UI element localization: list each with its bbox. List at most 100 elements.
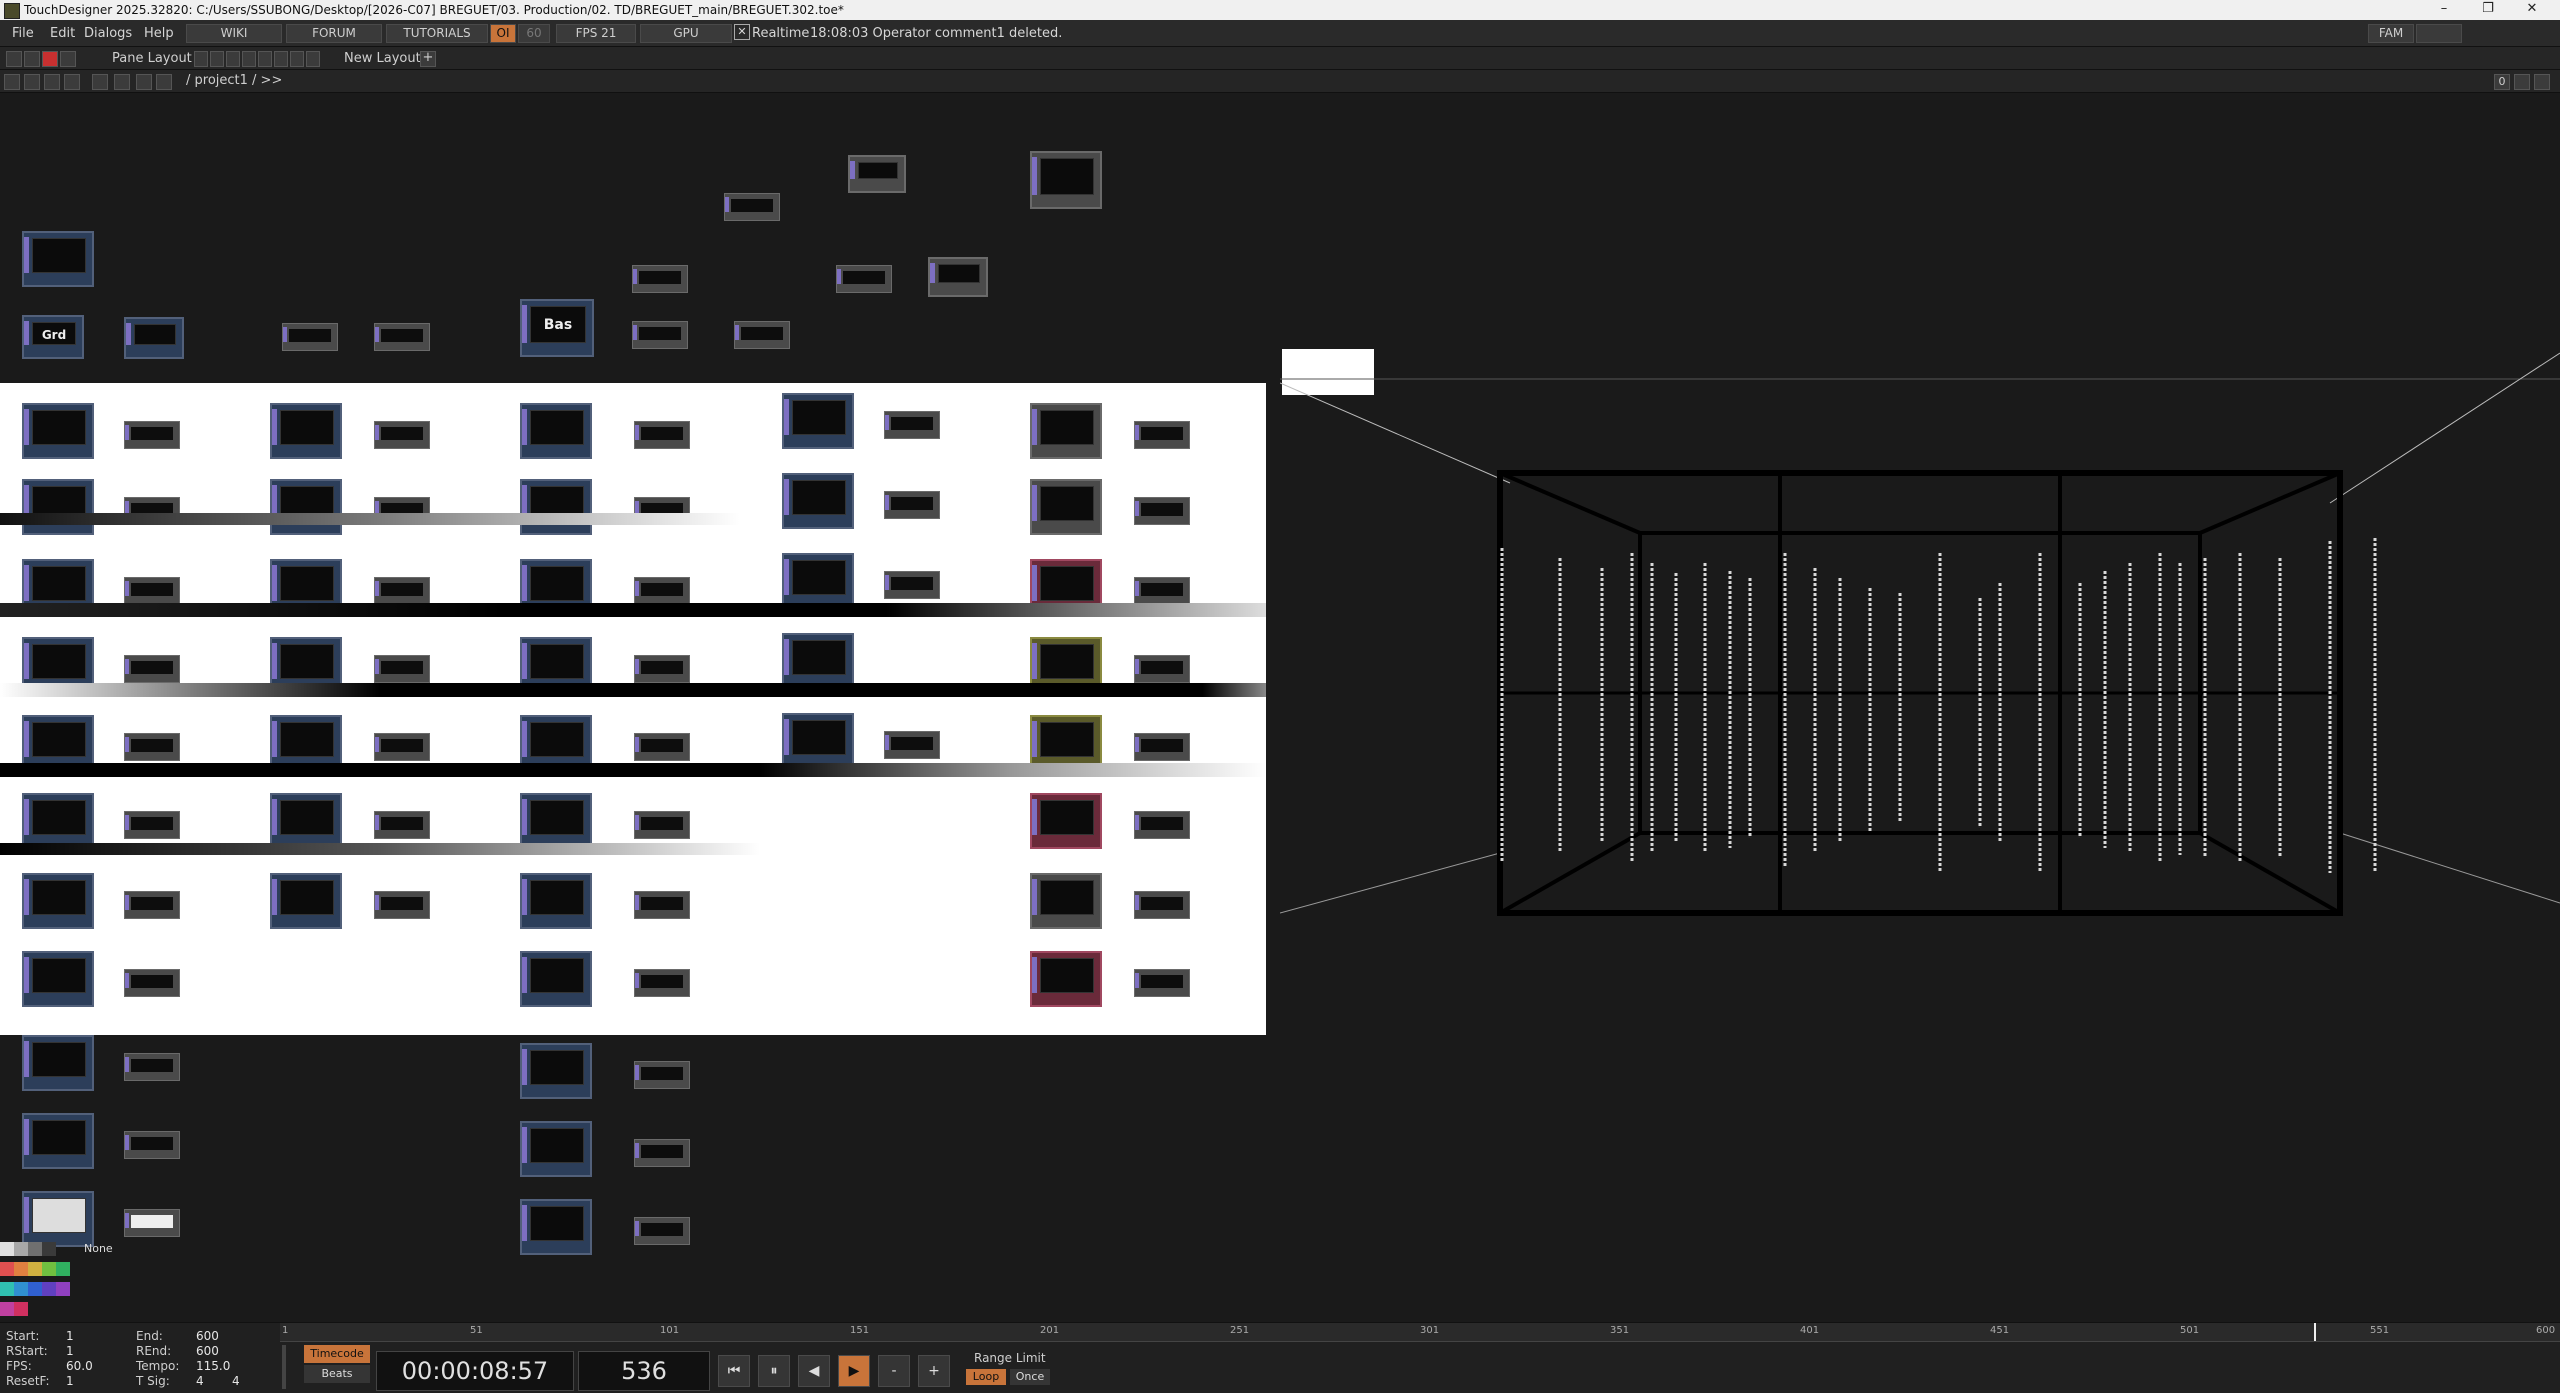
menu-edit[interactable]: Edit	[50, 26, 75, 41]
node-c4-r1[interactable]	[782, 393, 854, 449]
node-c1-r10[interactable]	[22, 1113, 94, 1169]
node-c2-r7-out[interactable]	[374, 891, 430, 919]
node-c3-r11[interactable]	[520, 1199, 592, 1255]
node-c1-r11-out[interactable]	[124, 1209, 180, 1237]
loop-button[interactable]: Loop	[966, 1369, 1006, 1385]
node-c3-r6-out[interactable]	[634, 811, 690, 839]
node-mini-5[interactable]	[632, 265, 688, 293]
node-c3-r8-out[interactable]	[634, 969, 690, 997]
node-c1-r7[interactable]	[22, 873, 94, 929]
node-c5-r5-out[interactable]	[1134, 733, 1190, 761]
node-c1-r9-out[interactable]	[124, 1053, 180, 1081]
node-c4-r3-out[interactable]	[884, 571, 940, 599]
swatch-7[interactable]	[42, 1262, 56, 1276]
timeline-ruler[interactable]: 1 51 101 151 201 251 301 351 401 451 501…	[280, 1323, 2560, 1342]
node-c5-r6-out[interactable]	[1134, 811, 1190, 839]
node-c3-r3-out[interactable]	[634, 577, 690, 605]
node-c3-r11-out[interactable]	[634, 1217, 690, 1245]
node-c2-r1[interactable]	[270, 403, 342, 459]
search-icon[interactable]	[136, 74, 152, 90]
node-c3-r9[interactable]	[520, 1043, 592, 1099]
pane-menu-icon[interactable]	[2534, 74, 2550, 90]
node-out-2[interactable]	[928, 257, 988, 297]
step-plus-button[interactable]: +	[918, 1355, 950, 1387]
node-mini-2[interactable]	[374, 323, 430, 351]
node-window[interactable]	[1030, 151, 1102, 209]
forward-icon[interactable]	[64, 74, 80, 90]
swatch-6[interactable]	[28, 1262, 42, 1276]
node-c3-r7[interactable]	[520, 873, 592, 929]
node-c1-r8[interactable]	[22, 951, 94, 1007]
link-icon[interactable]	[156, 74, 172, 90]
node-c3-r5-out[interactable]	[634, 733, 690, 761]
network-editor[interactable]: Grd Bas	[0, 93, 2560, 1322]
pane-icon-4[interactable]	[60, 51, 76, 67]
node-c3-r9-out[interactable]	[634, 1061, 690, 1089]
palette-none[interactable]: None	[84, 1242, 113, 1255]
node-top-sop[interactable]	[22, 231, 94, 287]
swatch-11[interactable]	[28, 1282, 42, 1296]
node-c4-r5[interactable]	[782, 713, 854, 769]
breadcrumb[interactable]: / project1 / >>	[186, 73, 282, 88]
layout-4[interactable]	[242, 51, 256, 67]
minimize-button[interactable]: –	[2424, 1, 2464, 19]
plus-icon[interactable]	[92, 74, 108, 90]
fps-cap-field[interactable]: 60	[518, 24, 550, 43]
node-c1-r6-out[interactable]	[124, 811, 180, 839]
node-c1-r9[interactable]	[22, 1035, 94, 1091]
node-mini-4[interactable]	[734, 321, 790, 349]
node-c5-r7-out[interactable]	[1134, 891, 1190, 919]
swatch-8[interactable]	[56, 1262, 70, 1276]
node-c5-r1-out[interactable]	[1134, 421, 1190, 449]
pane-icon-2[interactable]	[24, 51, 40, 67]
swatch-4[interactable]	[0, 1262, 14, 1276]
swatch-9[interactable]	[0, 1282, 14, 1296]
swatch-5[interactable]	[14, 1262, 28, 1276]
node-c3-r1-out[interactable]	[634, 421, 690, 449]
swatch-14[interactable]	[0, 1302, 14, 1316]
node-mini-1[interactable]	[282, 323, 338, 351]
node-c2-r6-out[interactable]	[374, 811, 430, 839]
pane-icon-1[interactable]	[6, 51, 22, 67]
node-c5-r4-out[interactable]	[1134, 655, 1190, 683]
step-back-button[interactable]: ◀	[798, 1355, 830, 1387]
node-c1-r4-out[interactable]	[124, 655, 180, 683]
node-c1-r11[interactable]	[22, 1191, 94, 1247]
tutorials-button[interactable]: TUTORIALS	[386, 24, 488, 43]
node-c3-r4-out[interactable]	[634, 655, 690, 683]
node-c2-r4-out[interactable]	[374, 655, 430, 683]
node-c3-r10[interactable]	[520, 1121, 592, 1177]
gpu-button[interactable]: GPU	[640, 24, 732, 43]
node-c4-r4[interactable]	[782, 633, 854, 689]
close-button[interactable]: ✕	[2512, 1, 2552, 19]
stop-icon[interactable]	[24, 74, 40, 90]
rend-value[interactable]: 600	[196, 1344, 219, 1358]
node-c2-r3-out[interactable]	[374, 577, 430, 605]
node-c5-r3-out[interactable]	[1134, 577, 1190, 605]
node-c2-r1-out[interactable]	[374, 421, 430, 449]
node-c1-r5-out[interactable]	[124, 733, 180, 761]
swatch-2[interactable]	[28, 1242, 42, 1256]
end-value[interactable]: 600	[196, 1329, 219, 1343]
step-minus-button[interactable]: -	[878, 1355, 910, 1387]
node-c2-r5-out[interactable]	[374, 733, 430, 761]
layout-5[interactable]	[258, 51, 272, 67]
timecode-display[interactable]: 00:00:08:57	[376, 1351, 574, 1391]
frame-display[interactable]: 536	[578, 1351, 710, 1391]
node-base[interactable]: Bas	[520, 299, 594, 357]
node-c2-r6[interactable]	[270, 793, 342, 849]
layout-2[interactable]	[210, 51, 224, 67]
wiki-button[interactable]: WIKI	[186, 24, 282, 43]
swatch-13[interactable]	[56, 1282, 70, 1296]
node-grid[interactable]: Grd	[22, 315, 84, 359]
resetf-value[interactable]: 1	[66, 1374, 74, 1388]
layout-1[interactable]	[194, 51, 208, 67]
node-c5-r6[interactable]	[1030, 793, 1102, 849]
once-button[interactable]: Once	[1010, 1369, 1050, 1385]
record-icon[interactable]	[42, 51, 58, 67]
swatch-12[interactable]	[42, 1282, 56, 1296]
node-mini-3[interactable]	[632, 321, 688, 349]
layout-7[interactable]	[290, 51, 304, 67]
node-c5-r1[interactable]	[1030, 403, 1102, 459]
geometry-viewer[interactable]	[1280, 93, 2560, 1322]
